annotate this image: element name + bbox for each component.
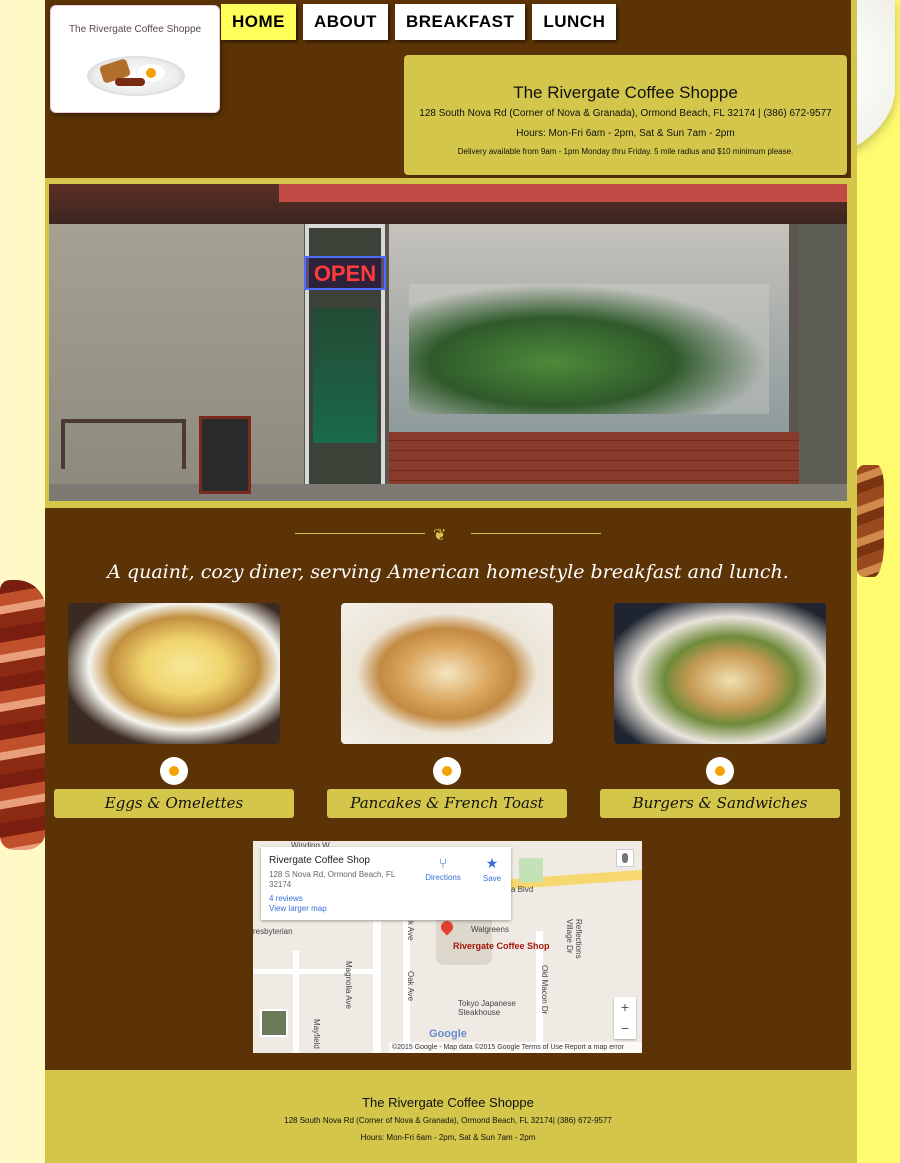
header-restaurant-name: The Rivergate Coffee Shoppe [513,83,738,102]
map-pin-label[interactable]: Rivergate Coffee Shop [453,941,550,951]
nav-breakfast[interactable]: BREAKFAST [394,4,526,40]
map-label-macon: Old Macon Dr [540,965,549,1015]
map-zoom-controls: + − [614,997,636,1039]
map-label-presbyterian: resbyterian [253,927,293,936]
bench-image [61,419,186,469]
map-label-mayfield: Mayfield [312,1019,321,1049]
street-view-pegman-icon[interactable] [616,849,634,867]
header-address: 128 South Nova Rd (Corner of Nova & Gran… [419,108,832,119]
hero-storefront-image: OPEN [49,184,847,501]
egg-flower-icon [435,759,459,783]
open-neon-sign: OPEN [304,256,386,290]
map-label-oak: Oak Ave [406,971,415,1002]
footer-address: 128 South Nova Rd (Corner of Nova & Gran… [284,1116,612,1125]
map-larger-map-link[interactable]: View larger map [269,904,327,913]
map-park-area [519,858,543,882]
tagline: A quaint, cozy diner, serving American h… [107,561,789,583]
map-attribution-bar[interactable]: ©2015 Google - Map data ©2015 Google Ter… [389,1042,642,1053]
nav-about[interactable]: ABOUT [303,4,388,40]
nav-lunch[interactable]: LUNCH [532,4,617,40]
map-label-reflections: Reflections Village Dr [565,919,583,959]
chalkboard-sign-image [199,416,251,494]
map-save-label: Save [482,874,502,883]
map-directions-button[interactable]: ⑂ Directions [421,855,465,882]
egg-flower-icon [162,759,186,783]
map-label-oak-top: k Ave [406,921,415,941]
page-right-border [851,0,857,1163]
map-place-address: 128 S Nova Rd, Ormond Beach, FL 32174 [269,870,395,889]
logo-breakfast-plate-image [87,56,185,96]
club-sandwich-photo[interactable] [614,603,826,744]
category-burgers-button[interactable]: Burgers & Sandwiches [600,789,840,818]
star-icon: ★ [485,855,499,871]
category-eggs-button[interactable]: Eggs & Omelettes [54,789,294,818]
nav-home[interactable]: HOME [221,4,296,40]
site-logo[interactable]: The Rivergate Coffee Shoppe [50,5,220,113]
bacon-decoration-left [0,580,46,850]
egg-flower-icon [708,759,732,783]
directions-icon: ⑂ [438,855,448,871]
map-zoom-out-button[interactable]: − [614,1018,636,1039]
google-logo: Google [429,1028,467,1040]
pancakes-photo[interactable] [341,603,553,744]
eggs-omelette-photo[interactable] [68,603,280,744]
logo-title: The Rivergate Coffee Shoppe [68,24,202,35]
site-footer: The Rivergate Coffee Shoppe 128 South No… [45,1070,851,1163]
divider-ornament: ❦ [295,525,601,544]
map-label-walgreens: Walgreens [471,925,509,934]
map-save-button[interactable]: ★ Save [477,855,507,883]
ornament-flourish-icon: ❦ [433,525,447,544]
header-delivery-note: Delivery available from 9am - 1pm Monday… [457,147,794,156]
footer-hours: Hours: Mon-Fri 6am - 2pm, Sat & Sun 7am … [360,1133,536,1142]
map-directions-label: Directions [425,873,461,882]
category-pancakes-button[interactable]: Pancakes & French Toast [327,789,567,818]
map-satellite-toggle[interactable] [260,1009,288,1037]
map-label-tokyo: Tokyo Japanese Steakhouse [458,999,516,1017]
map-place-card: Rivergate Coffee Shop 128 S Nova Rd, Orm… [261,847,511,920]
embedded-google-map[interactable]: Rivergate Coffee Shop Walgreens Tokyo Ja… [253,841,642,1053]
header-info-box: The Rivergate Coffee Shoppe 128 South No… [404,55,847,175]
hero-frame: OPEN [45,178,851,508]
header-hours: Hours: Mon-Fri 6am - 2pm, Sat & Sun 7am … [516,128,735,139]
page-container: The Rivergate Coffee Shoppe HOME ABOUT B… [45,0,851,1163]
main-nav: HOME ABOUT BREAKFAST LUNCH [221,4,617,40]
footer-restaurant-name: The Rivergate Coffee Shoppe [362,1095,534,1110]
map-zoom-in-button[interactable]: + [614,997,636,1018]
map-reviews-link[interactable]: 4 reviews [269,894,303,903]
map-place-title: Rivergate Coffee Shop [269,855,370,866]
map-label-magnolia: Magnolia Ave [344,961,353,1009]
map-label-blvd: a Blvd [511,885,534,894]
